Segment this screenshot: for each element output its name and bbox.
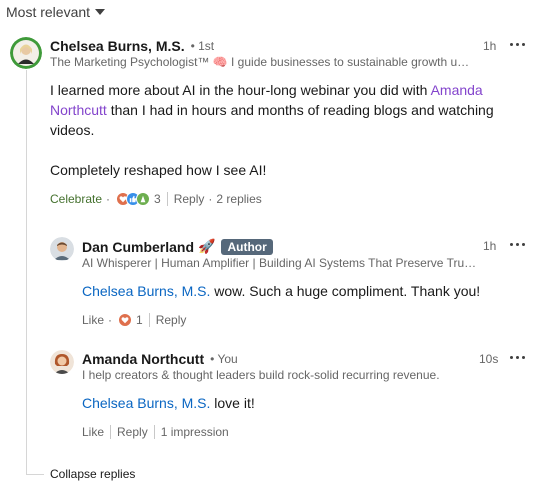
connection-degree: • 1st bbox=[190, 39, 215, 53]
sort-label: Most relevant bbox=[6, 4, 91, 20]
more-options-icon[interactable] bbox=[510, 356, 525, 359]
collapse-replies-button[interactable]: Collapse replies bbox=[50, 467, 135, 481]
sort-dropdown[interactable]: Most relevant bbox=[6, 4, 106, 20]
author-badge: Author bbox=[221, 238, 273, 255]
author-headline: I help creators & thought leaders build … bbox=[82, 368, 440, 382]
reply-button[interactable]: Reply bbox=[117, 425, 148, 439]
reply-actions: Like Reply 1 impression bbox=[82, 425, 229, 439]
author-headline: AI Whisperer | Human Amplifier | Buildin… bbox=[82, 256, 477, 270]
rocket-icon: 🚀 bbox=[198, 238, 216, 254]
mention-link[interactable]: Chelsea Burns, M.S. bbox=[82, 283, 210, 299]
author-name[interactable]: Amanda Northcutt bbox=[82, 351, 204, 367]
love-reaction-icon bbox=[118, 313, 133, 327]
author-name[interactable]: Chelsea Burns, M.S. bbox=[50, 38, 185, 54]
reaction-count[interactable]: 1 bbox=[136, 313, 143, 327]
timestamp: 1h bbox=[483, 39, 497, 53]
viewer-indicator: • You bbox=[210, 352, 238, 366]
reaction-count[interactable]: 3 bbox=[154, 192, 161, 206]
reply-text: wow. Such a huge compliment. Thank you! bbox=[210, 283, 481, 299]
replies-count[interactable]: 2 replies bbox=[216, 192, 261, 206]
like-button[interactable]: Like bbox=[82, 313, 104, 327]
reply-actions: Like · 1 Reply bbox=[82, 313, 187, 327]
avatar[interactable] bbox=[50, 350, 74, 374]
comment-text-part1: I learned more about AI in the hour-long… bbox=[50, 82, 431, 98]
reply-button[interactable]: Reply bbox=[156, 313, 187, 327]
more-options-icon[interactable] bbox=[510, 243, 525, 246]
thread-line-end bbox=[26, 474, 44, 475]
celebrate-reaction-icon bbox=[136, 192, 151, 206]
like-button[interactable]: Like bbox=[82, 425, 104, 439]
reply-header: Amanda Northcutt • You bbox=[82, 351, 238, 367]
comment-actions: Celebrate · 3 Reply · 2 replies bbox=[50, 192, 262, 206]
reply-text: love it! bbox=[210, 395, 255, 411]
more-options-icon[interactable] bbox=[510, 43, 525, 46]
reaction-icons[interactable] bbox=[118, 313, 133, 327]
celebrate-button[interactable]: Celebrate bbox=[50, 192, 102, 206]
mention-link[interactable]: Chelsea Burns, M.S. bbox=[82, 395, 210, 411]
reply-body: Chelsea Burns, M.S. wow. Such a huge com… bbox=[82, 281, 522, 301]
comment-header: Chelsea Burns, M.S. • 1st bbox=[50, 38, 214, 54]
author-headline: The Marketing Psychologist™ 🧠 I guide bu… bbox=[50, 55, 470, 69]
caret-down-icon bbox=[95, 9, 106, 15]
comment-text-part2: than I had in hours and months of readin… bbox=[50, 102, 494, 138]
reply-header: Dan Cumberland 🚀 Author bbox=[82, 238, 273, 255]
author-name[interactable]: Dan Cumberland bbox=[82, 239, 194, 255]
comment-body-para2: Completely reshaped how I see AI! bbox=[50, 162, 267, 178]
reply-button[interactable]: Reply bbox=[174, 192, 205, 206]
avatar[interactable] bbox=[50, 237, 74, 261]
impressions-count[interactable]: 1 impression bbox=[161, 425, 229, 439]
reply-body: Chelsea Burns, M.S. love it! bbox=[82, 393, 522, 413]
timestamp: 1h bbox=[483, 239, 497, 253]
timestamp: 10s bbox=[479, 352, 499, 366]
comment-body: I learned more about AI in the hour-long… bbox=[50, 80, 520, 140]
reaction-icons[interactable] bbox=[116, 192, 151, 206]
avatar[interactable] bbox=[10, 37, 42, 69]
thread-line bbox=[26, 70, 27, 474]
